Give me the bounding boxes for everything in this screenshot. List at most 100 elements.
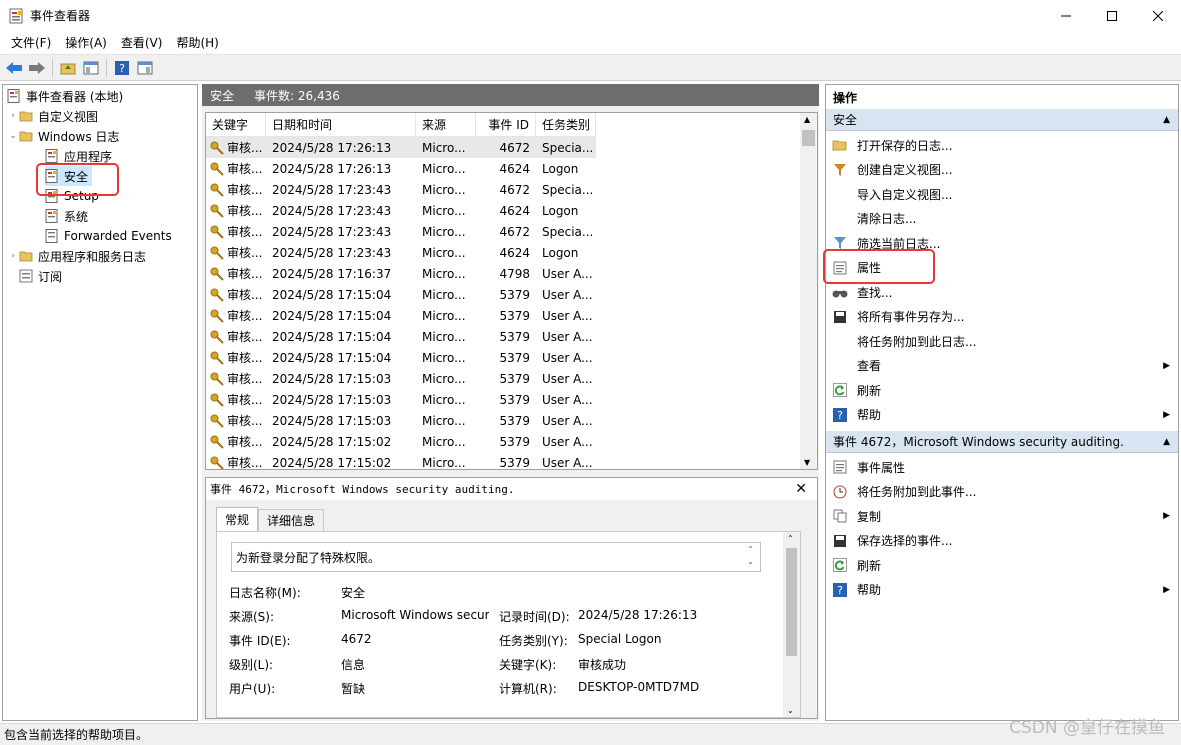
scroll-down-icon[interactable]: ⌄ (787, 706, 794, 715)
action-label: 事件属性 (857, 460, 906, 475)
col-source[interactable]: 来源 (416, 113, 476, 136)
action-item[interactable]: 复制 ▶ (826, 504, 1178, 528)
event-list[interactable]: 关键字 日期和时间 来源 事件 ID 任务类别 审核... 2024/5/28 1… (205, 112, 818, 470)
scroll-down-icon[interactable]: ▼ (804, 458, 810, 467)
section-security-header[interactable]: 安全 ▲ (826, 109, 1178, 131)
col-keywords[interactable]: 关键字 (206, 113, 266, 136)
tree-custom-views[interactable]: › 自定义视图 (7, 106, 98, 126)
action-item[interactable]: 刷新 (826, 553, 1178, 577)
col-datetime[interactable]: 日期和时间 (266, 113, 416, 136)
table-row[interactable]: 审核... 2024/5/28 17:15:02 Micro... 5379 User … (206, 431, 596, 452)
general-tab-pane: 为新登录分配了特殊权限。 ⌃ ⌄ 日志名称(M): 安全 来源(S): Micro… (216, 531, 801, 718)
action-label: 创建自定义视图... (857, 163, 953, 177)
event-message-box[interactable]: 为新登录分配了特殊权限。 ⌃ ⌄ (231, 542, 761, 572)
back-button[interactable] (4, 58, 24, 78)
cell-keywords: 审核... (206, 265, 266, 282)
detail-scrollbar[interactable]: ⌃ ⌄ (783, 532, 800, 717)
table-row[interactable]: 审核... 2024/5/28 17:26:13 Micro... 4672 Speci… (206, 137, 596, 158)
col-task-category[interactable]: 任务类别 (536, 113, 596, 136)
menu-help[interactable]: 帮助(H) (169, 34, 225, 51)
table-row[interactable]: 审核... 2024/5/28 17:23:43 Micro... 4672 Speci… (206, 179, 596, 200)
collapse-up-icon[interactable]: ▲ (1163, 115, 1170, 125)
log-icon (45, 229, 58, 243)
table-row[interactable]: 审核... 2024/5/28 17:15:04 Micro... 5379 User … (206, 284, 596, 305)
action-item[interactable]: 导入自定义视图... (826, 182, 1178, 206)
close-button[interactable] (1135, 0, 1181, 31)
tree-root[interactable]: 事件查看器 (本地) (7, 86, 123, 106)
keyword-text: 审核... (227, 288, 263, 302)
cell-datetime: 2024/5/28 17:15:03 (272, 413, 392, 428)
table-row[interactable]: 审核... 2024/5/28 17:15:02 Micro... 5379 User … (206, 452, 596, 469)
menu-file[interactable]: 文件(F) (4, 34, 58, 51)
tree-windows-logs[interactable]: ⌄ Windows 日志 (7, 126, 119, 146)
table-row[interactable]: 审核... 2024/5/28 17:15:03 Micro... 5379 User … (206, 389, 596, 410)
detail-close-icon[interactable]: ✕ (795, 481, 807, 497)
action-item[interactable]: 清除日志... (826, 207, 1178, 231)
show-hide-tree-button[interactable] (81, 58, 101, 78)
cell-task-category: Specia... (542, 224, 594, 239)
keyword-text: 审核... (227, 246, 263, 260)
expand-icon[interactable]: › (7, 111, 19, 121)
action-item[interactable]: 事件属性 (826, 455, 1178, 479)
message-scroll-icon[interactable]: ⌃ ⌄ (747, 544, 754, 568)
action-item[interactable]: 创建自定义视图... (826, 158, 1178, 182)
table-row[interactable]: 审核... 2024/5/28 17:15:03 Micro... 5379 User … (206, 368, 596, 389)
scroll-up-icon[interactable]: ▲ (804, 115, 810, 124)
tree-log-system[interactable]: 系统 (45, 206, 88, 226)
scroll-up-icon[interactable]: ⌃ (787, 534, 794, 543)
section-event-header[interactable]: 事件 4672，Microsoft Windows security audit… (826, 431, 1178, 453)
collapse-icon[interactable]: ⌄ (7, 131, 19, 141)
table-row[interactable]: 审核... 2024/5/28 17:26:13 Micro... 4624 Logon (206, 158, 596, 179)
cell-source: Micro... (422, 350, 466, 365)
tree-subscriptions[interactable]: 订阅 (19, 266, 62, 286)
tab-details[interactable]: 详细信息 (258, 509, 325, 531)
up-folder-button[interactable] (58, 58, 78, 78)
cell-datetime: 2024/5/28 17:15:03 (272, 392, 392, 407)
collapse-up-icon[interactable]: ▲ (1163, 437, 1170, 447)
show-action-pane-button[interactable] (135, 58, 155, 78)
action-item[interactable]: 将任务附加到此事件... (826, 480, 1178, 504)
keyword-text: 审核... (227, 309, 263, 323)
log-name-value: 安全 (341, 586, 366, 600)
action-item[interactable]: 刷新 (826, 378, 1178, 402)
toolbar: ? (0, 54, 1181, 81)
action-item[interactable]: 保存选择的事件... (826, 529, 1178, 553)
table-row[interactable]: 审核... 2024/5/28 17:15:04 Micro... 5379 User … (206, 326, 596, 347)
binoculars-icon (832, 284, 848, 300)
action-item[interactable]: 将任务附加到此日志... (826, 329, 1178, 353)
table-row[interactable]: 审核... 2024/5/28 17:23:43 Micro... 4624 Logon (206, 200, 596, 221)
maximize-button[interactable] (1089, 0, 1135, 31)
forward-button[interactable] (27, 58, 47, 78)
action-item[interactable]: 将所有事件另存为... (826, 305, 1178, 329)
tree-log-forwarded[interactable]: Forwarded Events (45, 226, 172, 246)
list-scrollbar[interactable]: ▲ ▼ (800, 113, 817, 469)
key-icon (210, 246, 224, 260)
scroll-thumb[interactable] (802, 130, 815, 146)
table-row[interactable]: 审核... 2024/5/28 17:15:04 Micro... 5379 User … (206, 347, 596, 368)
table-row[interactable]: 审核... 2024/5/28 17:16:37 Micro... 4798 User … (206, 263, 596, 284)
cell-keywords: 审核... (206, 139, 266, 156)
cell-task-category: Logon (542, 203, 579, 218)
table-row[interactable]: 审核... 2024/5/28 17:23:43 Micro... 4672 Speci… (206, 221, 596, 242)
tab-general[interactable]: 常规 (216, 507, 259, 531)
cell-datetime: 2024/5/28 17:15:02 (272, 434, 392, 449)
submenu-arrow-icon: ▶ (1163, 360, 1170, 371)
col-event-id[interactable]: 事件 ID (476, 113, 536, 136)
help-button[interactable]: ? (112, 58, 132, 78)
scroll-thumb[interactable] (786, 548, 797, 656)
menu-action[interactable]: 操作(A) (58, 34, 114, 51)
table-row[interactable]: 审核... 2024/5/28 17:15:03 Micro... 5379 User … (206, 410, 596, 431)
menu-view[interactable]: 查看(V) (114, 34, 170, 51)
table-row[interactable]: 审核... 2024/5/28 17:23:43 Micro... 4624 Logon (206, 242, 596, 263)
cell-source: Micro... (422, 203, 466, 218)
table-row[interactable]: 审核... 2024/5/28 17:15:04 Micro... 5379 User … (206, 305, 596, 326)
tree-app-services[interactable]: › 应用程序和服务日志 (7, 246, 146, 266)
action-item[interactable]: 打开保存的日志... (826, 133, 1178, 157)
cell-source: Micro... (422, 224, 466, 239)
expand-icon[interactable]: › (7, 251, 19, 261)
action-item[interactable]: ? 帮助 ▶ (826, 578, 1178, 602)
log-icon (45, 149, 58, 163)
action-item[interactable]: ? 帮助 ▶ (826, 403, 1178, 427)
action-item[interactable]: 查看 ▶ (826, 354, 1178, 378)
minimize-button[interactable] (1043, 0, 1089, 31)
